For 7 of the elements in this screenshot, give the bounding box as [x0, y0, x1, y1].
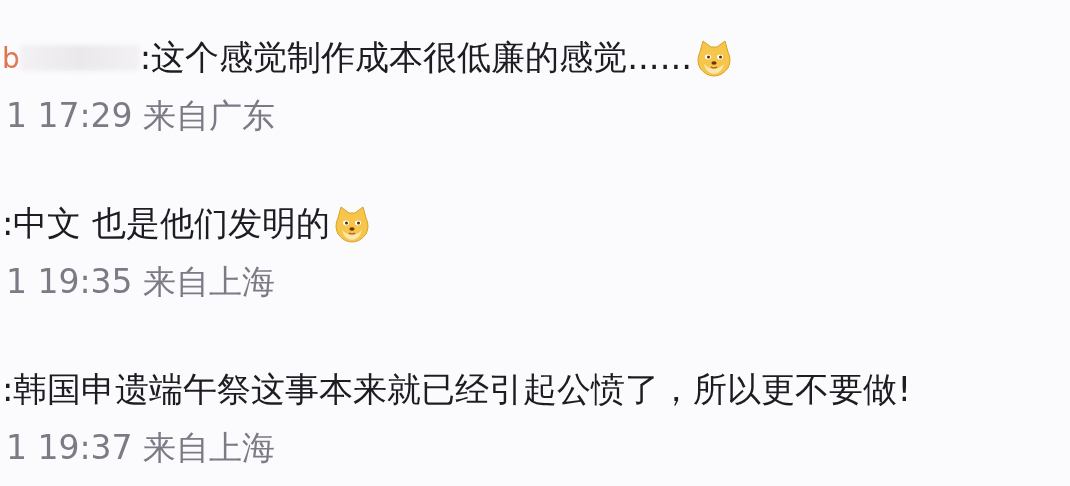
comment-timestamp: 1 17:29 来自广东 [5, 95, 277, 137]
username[interactable]: b [2, 41, 20, 75]
comment-text: :韩国申遗端午祭这事本来就已经引起公愤了，所以更不要做! [2, 368, 912, 411]
comment-text: :中文 也是他们发明的 [2, 202, 331, 245]
comment-timestamp: 1 19:35 来自上海 [5, 261, 277, 303]
comment-text: :这个感觉制作成本很低廉的感觉...... [139, 36, 693, 79]
comment-timestamp: 1 19:37 来自上海 [5, 427, 277, 469]
